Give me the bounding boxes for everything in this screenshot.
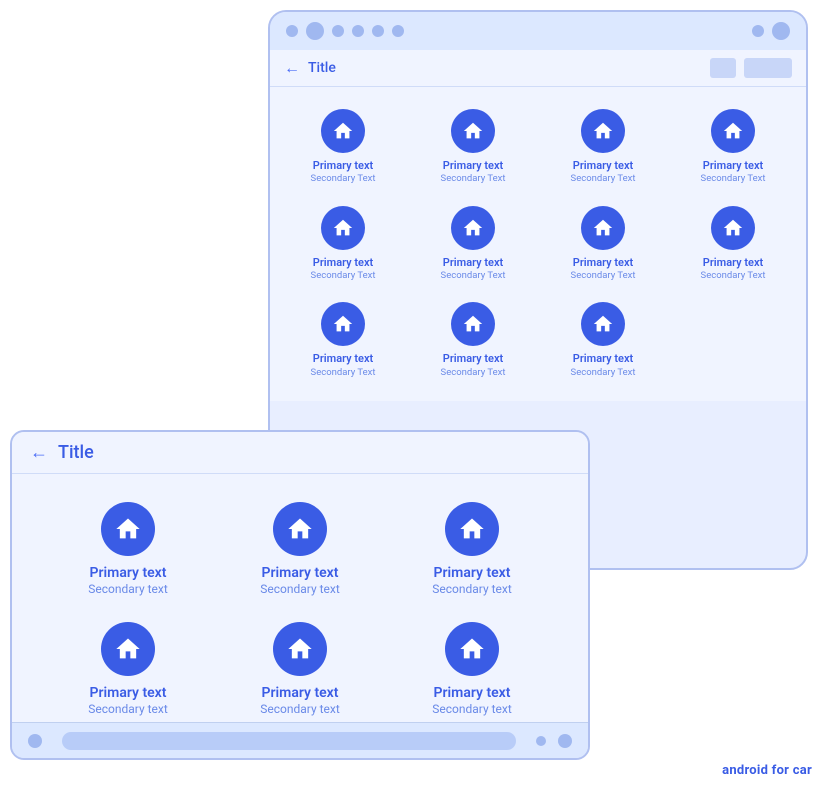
tablet-secondary-text: Secondary text <box>260 582 340 598</box>
back-arrow-icon[interactable]: ← <box>284 58 300 78</box>
grid-primary-text: Primary text <box>443 256 503 270</box>
tablet-secondary-text: Secondary text <box>260 702 340 718</box>
grid-item[interactable]: Primary text Secondary Text <box>538 292 668 389</box>
grid-secondary-text: Secondary Text <box>441 367 506 379</box>
tablet-title: Title <box>58 442 94 463</box>
phone-grid: Primary text Secondary Text Primary text… <box>270 87 806 401</box>
status-dot <box>352 25 364 37</box>
grid-secondary-text: Secondary Text <box>441 270 506 282</box>
status-dot <box>392 25 404 37</box>
grid-primary-text: Primary text <box>313 256 373 270</box>
tablet-secondary-text: Secondary text <box>88 582 168 598</box>
home-icon-circle <box>711 109 755 153</box>
home-icon-circle <box>101 622 155 676</box>
status-dot <box>752 25 764 37</box>
tablet-grid-item[interactable]: Primary text Secondary text <box>214 610 386 730</box>
phone-top-bar <box>270 12 806 50</box>
grid-primary-text: Primary text <box>313 352 373 366</box>
grid-primary-text: Primary text <box>703 256 763 270</box>
grid-item[interactable]: Primary text Secondary Text <box>408 196 538 293</box>
grid-item[interactable]: Primary text Secondary Text <box>278 196 408 293</box>
status-dot <box>372 25 384 37</box>
nav-pill[interactable] <box>62 732 516 750</box>
grid-primary-text: Primary text <box>573 159 633 173</box>
tablet-title-bar: ← Title <box>12 432 588 474</box>
watermark-bold: car <box>793 763 812 778</box>
home-icon-circle <box>321 109 365 153</box>
tablet-primary-text: Primary text <box>434 684 511 702</box>
grid-secondary-text: Secondary Text <box>571 367 636 379</box>
home-icon-circle <box>273 622 327 676</box>
tablet-primary-text: Primary text <box>262 564 339 582</box>
grid-primary-text: Primary text <box>573 352 633 366</box>
grid-secondary-text: Secondary Text <box>571 270 636 282</box>
grid-item[interactable]: Primary text Secondary Text <box>538 99 668 196</box>
nav-dot[interactable] <box>28 734 42 748</box>
home-icon-circle <box>581 302 625 346</box>
watermark: android for car <box>722 763 812 778</box>
phone-title-bar: ← Title <box>270 50 806 87</box>
grid-primary-text: Primary text <box>313 159 373 173</box>
grid-secondary-text: Secondary Text <box>441 173 506 185</box>
grid-primary-text: Primary text <box>443 159 503 173</box>
status-dot-large <box>772 22 790 40</box>
grid-item[interactable]: Primary text Secondary Text <box>278 99 408 196</box>
home-icon-circle <box>445 502 499 556</box>
tablet-mockup: ← Title Primary text Secondary text Prim… <box>10 430 590 760</box>
tablet-primary-text: Primary text <box>90 564 167 582</box>
home-icon-circle <box>581 206 625 250</box>
grid-secondary-text: Secondary Text <box>311 173 376 185</box>
nav-dot-small[interactable] <box>536 736 546 746</box>
home-icon-circle <box>451 109 495 153</box>
status-dot-large <box>306 22 324 40</box>
home-icon-circle <box>581 109 625 153</box>
grid-item[interactable]: Primary text Secondary Text <box>408 99 538 196</box>
tablet-grid-item[interactable]: Primary text Secondary text <box>42 490 214 610</box>
tablet-primary-text: Primary text <box>262 684 339 702</box>
tablet-grid-item[interactable]: Primary text Secondary text <box>386 490 558 610</box>
tablet-grid-item[interactable]: Primary text Secondary text <box>42 610 214 730</box>
tablet-bottom-bar <box>12 722 588 758</box>
grid-item[interactable]: Primary text Secondary Text <box>278 292 408 389</box>
nav-dot[interactable] <box>558 734 572 748</box>
grid-secondary-text: Secondary Text <box>701 270 766 282</box>
grid-item[interactable]: Primary text Secondary Text <box>408 292 538 389</box>
grid-item[interactable]: Primary text Secondary Text <box>668 196 798 293</box>
phone-action-wide-btn[interactable] <box>744 58 792 78</box>
home-icon-circle <box>451 302 495 346</box>
tablet-grid-item[interactable]: Primary text Secondary text <box>214 490 386 610</box>
tablet-secondary-text: Secondary text <box>88 702 168 718</box>
tablet-primary-text: Primary text <box>434 564 511 582</box>
phone-title: Title <box>308 60 702 76</box>
home-icon-circle <box>445 622 499 676</box>
grid-primary-text: Primary text <box>443 352 503 366</box>
grid-secondary-text: Secondary Text <box>701 173 766 185</box>
home-icon-circle <box>101 502 155 556</box>
tablet-secondary-text: Secondary text <box>432 582 512 598</box>
grid-item[interactable]: Primary text Secondary Text <box>668 99 798 196</box>
phone-action-icon-btn[interactable] <box>710 58 736 78</box>
status-dot <box>332 25 344 37</box>
back-arrow-icon[interactable]: ← <box>30 442 48 463</box>
watermark-normal: android for <box>722 763 789 778</box>
tablet-primary-text: Primary text <box>90 684 167 702</box>
home-icon-circle <box>451 206 495 250</box>
tablet-grid: Primary text Secondary text Primary text… <box>12 474 588 746</box>
home-icon-circle <box>321 302 365 346</box>
home-icon-circle <box>711 206 755 250</box>
grid-secondary-text: Secondary Text <box>571 173 636 185</box>
home-icon-circle <box>321 206 365 250</box>
grid-primary-text: Primary text <box>703 159 763 173</box>
grid-secondary-text: Secondary Text <box>311 270 376 282</box>
grid-secondary-text: Secondary Text <box>311 367 376 379</box>
grid-item[interactable]: Primary text Secondary Text <box>538 196 668 293</box>
tablet-grid-item[interactable]: Primary text Secondary text <box>386 610 558 730</box>
grid-primary-text: Primary text <box>573 256 633 270</box>
tablet-secondary-text: Secondary text <box>432 702 512 718</box>
home-icon-circle <box>273 502 327 556</box>
status-dot <box>286 25 298 37</box>
